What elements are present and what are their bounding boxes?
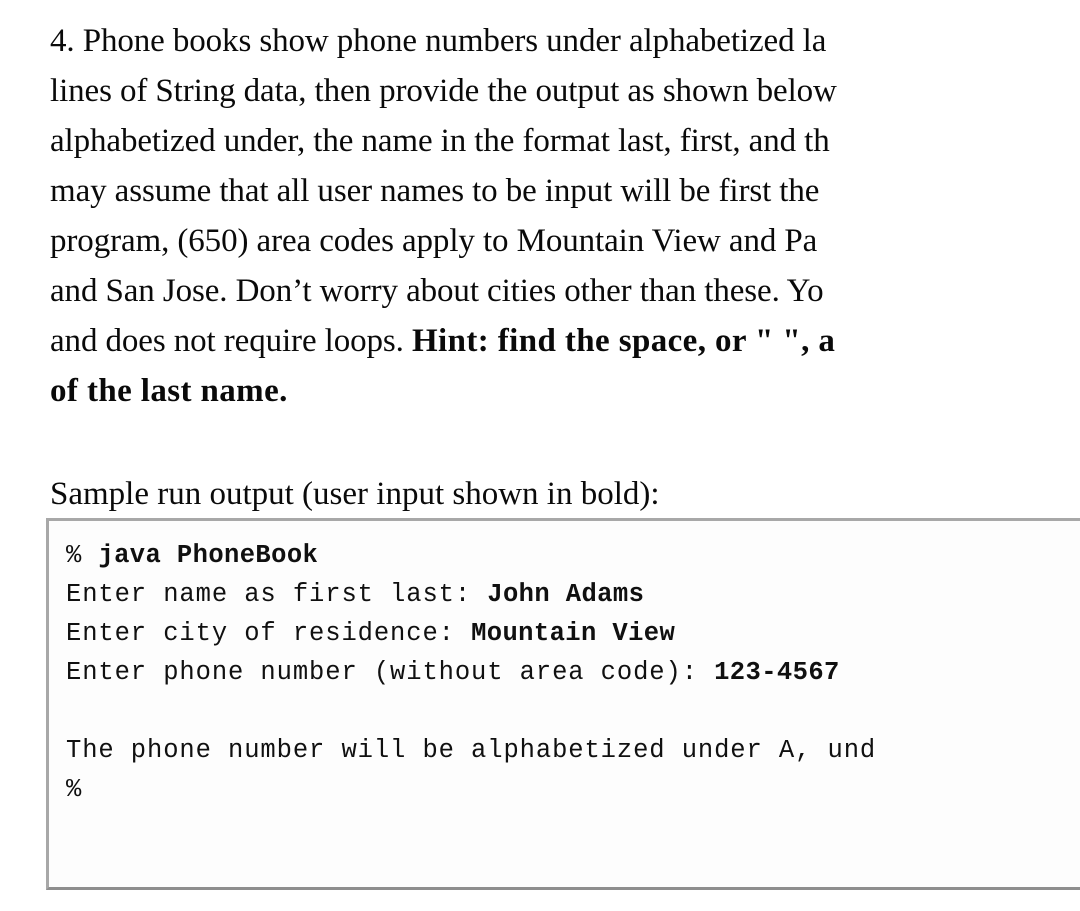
terminal-prompt-name: Enter name as first last: John Adams <box>66 575 1080 614</box>
problem-line: 4. Phone books show phone numbers under … <box>50 16 1080 66</box>
problem-statement: 4. Phone books show phone numbers under … <box>50 16 1080 416</box>
problem-line: of the last name. <box>50 366 1080 416</box>
terminal-bold-segment: 123-4567 <box>714 658 840 687</box>
problem-bold-segment: of the last name. <box>50 373 288 409</box>
document-page: 4. Phone books show phone numbers under … <box>0 0 1080 911</box>
terminal-bold-segment: John Adams <box>487 580 645 609</box>
problem-segment: and San Jose. Don’t worry about cities o… <box>50 273 824 309</box>
problem-line: alphabetized under, the name in the form… <box>50 116 1080 166</box>
problem-segment: lines of String data, then provide the o… <box>50 73 837 109</box>
terminal-segment: % <box>66 775 83 804</box>
terminal-segment <box>66 697 82 726</box>
sample-run-heading: Sample run output (user input shown in b… <box>50 476 660 512</box>
problem-line: and San Jose. Don’t worry about cities o… <box>50 266 1080 316</box>
problem-segment: may assume that all user names to be inp… <box>50 173 820 209</box>
terminal-prompt-city: Enter city of residence: Mountain View <box>66 614 1080 653</box>
terminal-bold-segment: java PhoneBook <box>98 541 319 570</box>
problem-bold-segment: Hint: find the space, or " ", a <box>411 323 836 359</box>
terminal-final-prompt: % <box>66 770 1080 809</box>
sample-output-box: % java PhoneBook Enter name as first last… <box>46 518 1080 890</box>
problem-line: program, (650) area codes apply to Mount… <box>50 216 1080 266</box>
problem-line: and does not require loops. Hint: find t… <box>50 316 1080 366</box>
problem-line: may assume that all user names to be inp… <box>50 166 1080 216</box>
terminal-result-line: The phone number will be alphabetized un… <box>66 731 1080 770</box>
terminal-segment: The phone number will be alphabetized un… <box>66 736 877 765</box>
terminal-output-text: % java PhoneBook Enter name as first last… <box>66 536 1080 809</box>
terminal-command-line: % java PhoneBook <box>66 536 1080 575</box>
terminal-bold-segment: Mountain View <box>471 619 676 648</box>
terminal-segment: Enter name as first last: <box>66 580 488 609</box>
problem-line: lines of String data, then provide the o… <box>50 66 1080 116</box>
terminal-segment: % <box>66 541 99 570</box>
terminal-blank-line <box>66 692 1080 731</box>
terminal-prompt-phone: Enter phone number (without area code): … <box>66 653 1080 692</box>
problem-segment: and does not require loops. <box>50 323 412 359</box>
problem-segment: 4. Phone books show phone numbers under … <box>50 23 827 59</box>
terminal-segment: Enter phone number (without area code): <box>66 658 715 687</box>
problem-segment: program, (650) area codes apply to Mount… <box>50 223 818 259</box>
terminal-segment: Enter city of residence: <box>66 619 472 648</box>
problem-segment: alphabetized under, the name in the form… <box>50 123 830 159</box>
